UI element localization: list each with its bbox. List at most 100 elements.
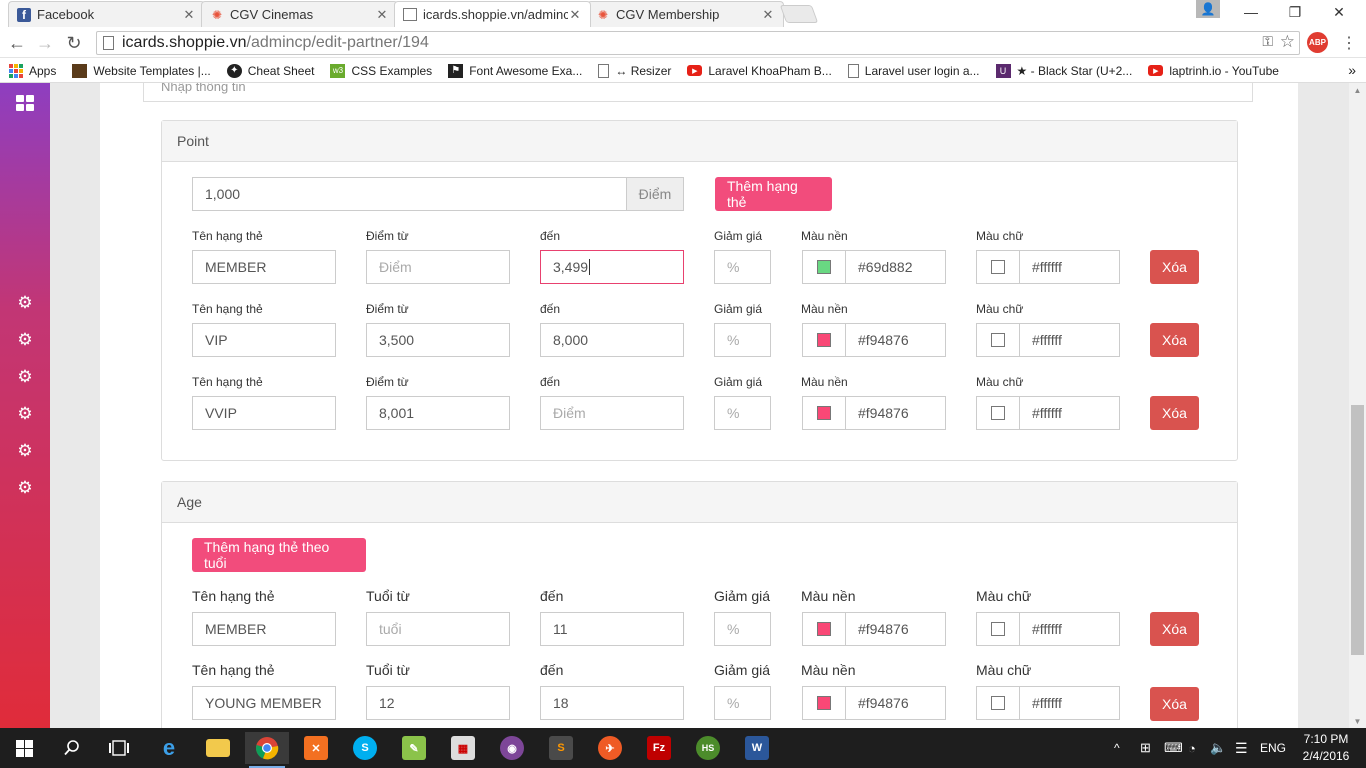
delete-button[interactable]: Xóa	[1150, 612, 1199, 646]
points-from-input[interactable]: 8,001	[366, 396, 510, 430]
user-profile-icon[interactable]: 👤	[1196, 0, 1220, 18]
close-icon[interactable]: ✕	[568, 7, 582, 23]
tier-name-input[interactable]: YOUNG MEMBER	[192, 686, 336, 720]
delete-button[interactable]: Xóa	[1150, 396, 1199, 430]
age-to-input[interactable]: 11	[540, 612, 684, 646]
points-from-input[interactable]: 3,500	[366, 323, 510, 357]
bookmark-laravel-khoapham[interactable]: ▶ Laravel KhoaPham B...	[687, 64, 832, 78]
restore-icon[interactable]: ❐	[1272, 0, 1318, 24]
delete-button[interactable]: Xóa	[1150, 323, 1199, 357]
text-color-input[interactable]: #ffffff	[1019, 686, 1120, 720]
bookmark-laptrinh[interactable]: ▶ laptrinh.io - YouTube	[1148, 64, 1279, 78]
bookmark-website-templates[interactable]: Website Templates |...	[72, 63, 211, 78]
add-tier-button[interactable]: Thêm hạng thẻ	[715, 177, 832, 211]
close-icon[interactable]: ✕	[182, 7, 196, 23]
tier-name-input[interactable]: MEMBER	[192, 612, 336, 646]
text-color-input[interactable]: #ffffff	[1019, 323, 1120, 357]
tab-cgv-cinemas[interactable]: ✺ CGV Cinemas ✕	[201, 1, 398, 27]
volume-icon[interactable]: 🔈	[1210, 728, 1226, 768]
bg-color-picker[interactable]	[802, 612, 846, 646]
search-icon[interactable]	[50, 732, 94, 764]
text-color-input[interactable]: #ffffff	[1019, 250, 1120, 284]
key-icon[interactable]: ⚿	[1262, 33, 1273, 50]
bookmark-laravel-login[interactable]: Laravel user login a...	[847, 63, 980, 78]
add-age-tier-button[interactable]: Thêm hạng thẻ theo tuổi	[192, 538, 366, 572]
edge-icon[interactable]: e	[147, 732, 191, 764]
tier-name-input[interactable]: VIP	[192, 323, 336, 357]
gear-icon[interactable]: ⚙	[15, 367, 35, 387]
close-icon[interactable]: ✕	[761, 7, 775, 23]
bg-color-input[interactable]: #f94876	[845, 396, 946, 430]
delete-button[interactable]: Xóa	[1150, 250, 1199, 284]
sublime-text-icon[interactable]: S	[539, 732, 583, 764]
points-from-input[interactable]: Điểm	[366, 250, 510, 284]
bg-color-picker[interactable]	[802, 686, 846, 720]
bg-color-picker[interactable]	[802, 250, 846, 284]
discount-input[interactable]: %	[714, 396, 771, 430]
bookmark-font-awesome[interactable]: ⚑ Font Awesome Exa...	[448, 63, 582, 78]
bookmark-cheat-sheet[interactable]: ✦ Cheat Sheet	[226, 63, 314, 78]
gear-icon[interactable]: ⚙	[15, 441, 35, 461]
bg-color-picker[interactable]	[802, 396, 846, 430]
bookmark-resizer[interactable]: ↔ Resizer	[598, 63, 671, 78]
gear-icon[interactable]: ⚙	[15, 478, 35, 498]
filezilla-icon[interactable]: Fz	[637, 732, 681, 764]
text-color-picker[interactable]	[976, 396, 1020, 430]
points-to-input[interactable]: 8,000	[540, 323, 684, 357]
scrollbar-thumb[interactable]	[1351, 405, 1364, 655]
chrome-icon[interactable]	[245, 732, 289, 768]
notification-icon[interactable]: ☰	[1235, 728, 1248, 768]
points-input[interactable]: 1,000	[192, 177, 627, 211]
bg-color-picker[interactable]	[802, 323, 846, 357]
tab-facebook[interactable]: f Facebook ✕	[8, 1, 205, 27]
language-indicator[interactable]: ENG	[1260, 728, 1286, 768]
close-icon[interactable]: ✕	[375, 7, 389, 23]
taskbar-clock[interactable]: 7:10 PM 2/4/2016	[1296, 731, 1356, 765]
hotspot-shield-icon[interactable]: HS	[686, 732, 730, 764]
back-icon[interactable]: ←	[6, 32, 28, 54]
page-scrollbar[interactable]: ▲ ▼	[1349, 83, 1366, 728]
text-color-picker[interactable]	[976, 686, 1020, 720]
bg-color-input[interactable]: #69d882	[845, 250, 946, 284]
tab-cgv-membership[interactable]: ✺ CGV Membership ✕	[587, 1, 784, 27]
bookmark-css-examples[interactable]: w3 CSS Examples	[330, 63, 432, 78]
close-window-icon[interactable]: ✕	[1316, 0, 1362, 24]
show-hidden-icons[interactable]: ^	[1114, 728, 1120, 768]
gear-icon[interactable]: ⚙	[15, 330, 35, 350]
bookmark-apps[interactable]: Apps	[8, 63, 56, 78]
word-icon[interactable]: W	[735, 732, 779, 764]
bg-color-input[interactable]: #f94876	[845, 686, 946, 720]
bookmark-star-icon[interactable]: ☆	[1280, 32, 1295, 52]
points-to-input[interactable]: 3,499	[540, 250, 684, 284]
forward-icon[interactable]: →	[34, 32, 56, 54]
minimize-icon[interactable]: —	[1228, 0, 1274, 24]
scroll-down-icon[interactable]: ▼	[1349, 714, 1366, 728]
text-color-picker[interactable]	[976, 323, 1020, 357]
bookmark-black-star[interactable]: U ★ - Black Star (U+2...	[995, 63, 1132, 78]
discount-input[interactable]: %	[714, 612, 771, 646]
tier-name-input[interactable]: MEMBER	[192, 250, 336, 284]
address-bar[interactable]: icards.shoppie.vn /admincp/edit-partner/…	[96, 31, 1300, 55]
points-to-input[interactable]: Điểm	[540, 396, 684, 430]
scroll-up-icon[interactable]: ▲	[1349, 83, 1366, 97]
tier-name-input[interactable]: VVIP	[192, 396, 336, 430]
text-color-input[interactable]: #ffffff	[1019, 612, 1120, 646]
calculator-icon[interactable]: ▦	[441, 732, 485, 764]
skype-icon[interactable]: S	[343, 732, 387, 764]
discount-input[interactable]: %	[714, 250, 771, 284]
delete-button[interactable]: Xóa	[1150, 687, 1199, 721]
network-share-icon[interactable]: ⊞	[1140, 728, 1151, 768]
gear-icon[interactable]: ⚙	[15, 404, 35, 424]
tor-browser-icon[interactable]: ◉	[490, 732, 534, 764]
adblock-plus-icon[interactable]: ABP	[1307, 32, 1328, 53]
chrome-menu-icon[interactable]: ⋮	[1338, 32, 1360, 54]
bg-color-input[interactable]: #f94876	[845, 323, 946, 357]
task-view-icon[interactable]	[97, 732, 141, 764]
tab-icards-admin[interactable]: icards.shoppie.vn/admincp ✕	[394, 1, 591, 27]
age-from-input[interactable]: tuổi	[366, 612, 510, 646]
wifi-icon[interactable]: ◔	[1188, 728, 1196, 768]
discount-input[interactable]: %	[714, 686, 771, 720]
more-bookmarks-icon[interactable]: »	[1348, 62, 1356, 78]
text-color-input[interactable]: #ffffff	[1019, 396, 1120, 430]
notepad-plus-icon[interactable]: ✎	[392, 732, 436, 764]
